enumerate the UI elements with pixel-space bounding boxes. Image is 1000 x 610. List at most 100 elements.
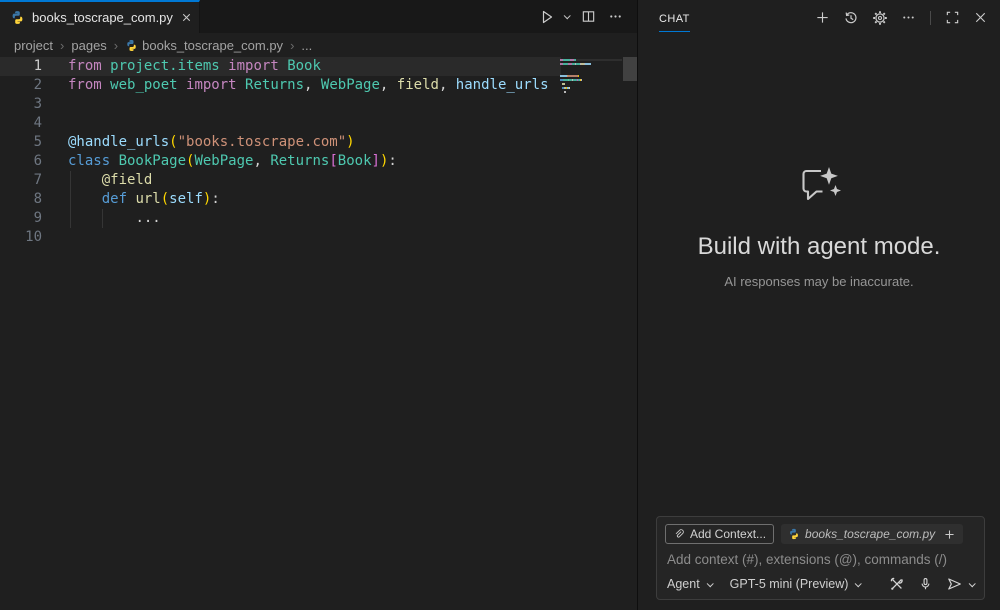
code-text: @field bbox=[68, 171, 152, 190]
minimap-line bbox=[560, 83, 622, 85]
send-dropdown-icon[interactable] bbox=[969, 580, 976, 587]
new-chat-icon[interactable] bbox=[813, 8, 832, 27]
tab-chat[interactable]: CHAT bbox=[659, 4, 690, 32]
minimap-line bbox=[560, 71, 622, 73]
split-editor-button[interactable] bbox=[579, 7, 598, 26]
chevron-down-icon bbox=[855, 580, 862, 587]
code-text: @handle_urls("books.toscrape.com") bbox=[68, 133, 355, 152]
minimap-line bbox=[560, 91, 622, 93]
add-icon[interactable] bbox=[943, 528, 956, 541]
attached-file-name: books_toscrape_com.py bbox=[805, 527, 935, 541]
indent-guide bbox=[102, 209, 103, 228]
breadcrumb-item[interactable]: pages bbox=[71, 38, 106, 53]
empty-state-subtitle: AI responses may be inaccurate. bbox=[638, 274, 1000, 289]
chat-input-toolbar: Agent GPT-5 mini (Preview) bbox=[667, 576, 974, 592]
line-number: 8 bbox=[0, 190, 50, 209]
mic-icon[interactable] bbox=[918, 576, 933, 592]
run-dropdown-icon[interactable] bbox=[564, 12, 571, 19]
divider bbox=[930, 11, 931, 25]
chat-sparkle-icon bbox=[794, 164, 844, 208]
code-line[interactable]: 5 @handle_urls("books.toscrape.com") bbox=[0, 133, 637, 152]
chevron-down-icon bbox=[706, 580, 713, 587]
more-icon[interactable] bbox=[899, 8, 918, 27]
breadcrumb-item[interactable]: project bbox=[14, 38, 53, 53]
chat-text-input[interactable]: Add context (#), extensions (@), command… bbox=[667, 552, 974, 567]
python-icon bbox=[10, 10, 25, 25]
chat-header-actions bbox=[813, 8, 990, 28]
breadcrumb-tail[interactable]: ... bbox=[301, 38, 312, 53]
chat-panel-header: CHAT bbox=[638, 0, 1000, 35]
code-line[interactable]: 9 ... bbox=[0, 209, 637, 228]
code-line[interactable]: 2 from web_poet import Returns, WebPage, … bbox=[0, 76, 637, 95]
code-editor[interactable]: 1 from project.items import Book 2 from web… bbox=[0, 57, 637, 610]
history-icon[interactable] bbox=[841, 8, 861, 28]
more-actions-icon[interactable] bbox=[606, 7, 625, 26]
editor-region: books_toscrape_com.py bbox=[0, 0, 637, 610]
code-text: class BookPage(WebPage, Returns[Book]): bbox=[68, 152, 397, 171]
line-number: 7 bbox=[0, 171, 50, 190]
code-line[interactable]: 7 @field bbox=[0, 171, 637, 190]
empty-state-title: Build with agent mode. bbox=[638, 233, 1000, 261]
model-picker[interactable]: GPT-5 mini (Preview) bbox=[730, 577, 861, 591]
line-number: 5 bbox=[0, 133, 50, 152]
minimap[interactable] bbox=[560, 59, 622, 131]
mode-picker[interactable]: Agent bbox=[667, 577, 712, 591]
minimap-line bbox=[560, 63, 622, 65]
breadcrumb-separator: › bbox=[57, 38, 67, 53]
send-icon[interactable] bbox=[946, 576, 963, 592]
tools-icon[interactable] bbox=[889, 576, 905, 592]
minimap-line bbox=[560, 67, 622, 69]
mode-label: Agent bbox=[667, 577, 700, 591]
line-number: 6 bbox=[0, 152, 50, 171]
chat-panel: CHAT bbox=[637, 0, 1000, 610]
tab-bar: books_toscrape_com.py bbox=[0, 0, 637, 33]
code-line[interactable]: 8 def url(self): bbox=[0, 190, 637, 209]
add-context-label: Add Context... bbox=[690, 527, 766, 541]
close-icon[interactable] bbox=[971, 8, 990, 27]
code-text: ... bbox=[68, 209, 161, 228]
code-text: from web_poet import Returns, WebPage, f… bbox=[68, 76, 549, 95]
minimap-line bbox=[560, 87, 622, 89]
attached-file-chip[interactable]: books_toscrape_com.py bbox=[781, 524, 963, 544]
vscode-window: books_toscrape_com.py bbox=[0, 0, 1000, 610]
editor-scrollbar[interactable] bbox=[623, 57, 637, 81]
python-icon bbox=[788, 528, 800, 540]
tab-label: books_toscrape_com.py bbox=[32, 10, 173, 25]
minimap-line bbox=[560, 75, 622, 77]
run-button[interactable] bbox=[537, 7, 571, 27]
line-number: 1 bbox=[0, 57, 50, 76]
chat-input-box[interactable]: Add Context... books_toscrape_com.py bbox=[656, 516, 985, 600]
code-text: def url(self): bbox=[68, 190, 220, 209]
context-chips-row: Add Context... books_toscrape_com.py bbox=[665, 524, 984, 544]
python-icon bbox=[125, 39, 138, 52]
code-line[interactable]: 3 bbox=[0, 95, 637, 114]
breadcrumb-separator: › bbox=[287, 38, 297, 53]
line-number: 3 bbox=[0, 95, 50, 114]
breadcrumb-file[interactable]: books_toscrape_com.py bbox=[142, 38, 283, 53]
code-text: from project.items import Book bbox=[68, 57, 321, 76]
settings-icon[interactable] bbox=[870, 8, 890, 28]
close-icon[interactable] bbox=[180, 11, 193, 24]
chat-empty-state: Build with agent mode. AI responses may … bbox=[638, 164, 1000, 289]
code-line[interactable]: 6 class BookPage(WebPage, Returns[Book]): bbox=[0, 152, 637, 171]
paperclip-icon bbox=[673, 528, 685, 541]
breadcrumb: project › pages › books_toscrape_com.py … bbox=[0, 33, 637, 57]
breadcrumb-separator: › bbox=[111, 38, 121, 53]
model-label: GPT-5 mini (Preview) bbox=[730, 577, 849, 591]
code-lines: 1 from project.items import Book 2 from web… bbox=[0, 57, 637, 247]
minimap-line bbox=[560, 59, 622, 61]
line-number: 9 bbox=[0, 209, 50, 228]
line-number: 2 bbox=[0, 76, 50, 95]
indent-guide bbox=[70, 171, 71, 228]
minimap-line bbox=[560, 79, 622, 81]
code-line[interactable]: 4 bbox=[0, 114, 637, 133]
input-actions bbox=[889, 576, 974, 592]
line-number: 10 bbox=[0, 228, 50, 247]
code-line[interactable]: 1 from project.items import Book bbox=[0, 57, 637, 76]
editor-actions bbox=[537, 0, 625, 33]
maximize-icon[interactable] bbox=[943, 8, 962, 27]
code-line[interactable]: 10 bbox=[0, 228, 637, 247]
minimap-line bbox=[560, 95, 622, 97]
tab-books-toscrape[interactable]: books_toscrape_com.py bbox=[0, 0, 200, 33]
add-context-button[interactable]: Add Context... bbox=[665, 524, 774, 544]
